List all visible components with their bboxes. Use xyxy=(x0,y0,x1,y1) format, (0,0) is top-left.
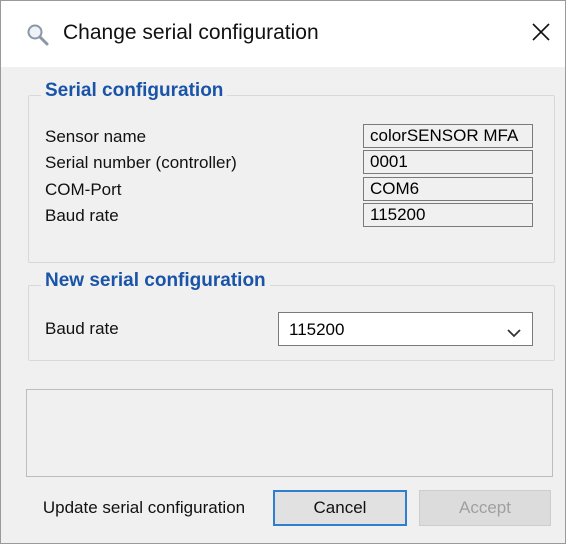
com-port-field: COM6 xyxy=(363,177,533,201)
sensor-name-field: colorSENSOR MFA xyxy=(363,124,533,148)
baud-rate-select-value: 115200 xyxy=(289,320,345,339)
update-serial-configuration-button[interactable]: Update serial configuration xyxy=(19,490,269,526)
close-button[interactable] xyxy=(521,14,561,54)
baud-rate-field: 115200 xyxy=(363,203,533,227)
status-message-area xyxy=(26,389,553,477)
window-title: Change serial configuration xyxy=(63,21,319,44)
dialog-client: Serial configuration Sensor name colorSE… xyxy=(1,67,565,543)
new-baud-rate-label: Baud rate xyxy=(45,319,119,338)
sensor-name-label: Sensor name xyxy=(45,127,147,146)
magnifier-icon xyxy=(25,22,51,48)
close-icon xyxy=(531,22,551,47)
chevron-down-icon xyxy=(506,324,522,338)
dialog-window: Change serial configuration Serial confi… xyxy=(0,0,566,544)
com-port-label: COM-Port xyxy=(45,180,122,199)
accept-button[interactable]: Accept xyxy=(419,490,551,526)
baud-rate-label: Baud rate xyxy=(45,206,119,225)
serial-configuration-legend: Serial configuration xyxy=(41,80,228,102)
serial-number-label: Serial number (controller) xyxy=(45,153,237,172)
cancel-button[interactable]: Cancel xyxy=(273,490,407,526)
new-serial-configuration-legend: New serial configuration xyxy=(41,270,270,292)
serial-number-field: 0001 xyxy=(363,150,533,174)
title-bar: Change serial configuration xyxy=(1,1,565,67)
baud-rate-select[interactable]: 115200 xyxy=(278,312,533,346)
